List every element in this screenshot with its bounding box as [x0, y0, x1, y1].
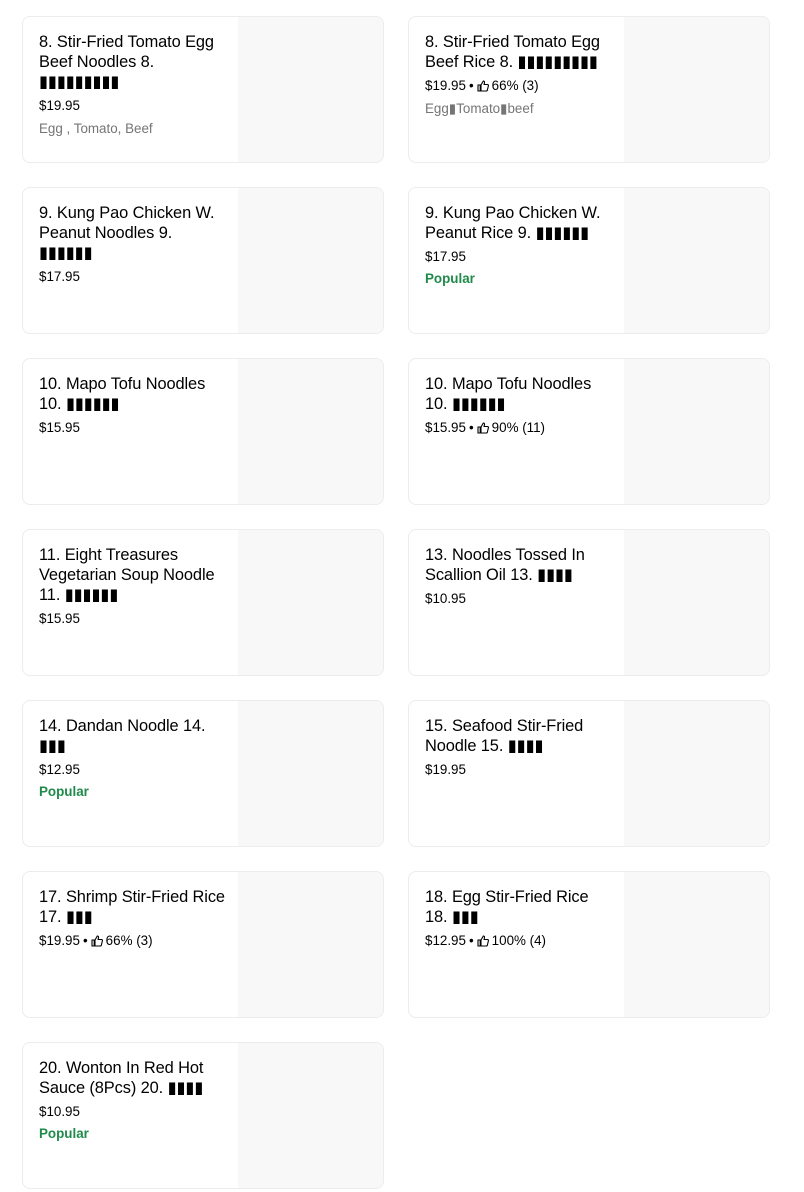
separator-dot: •	[468, 933, 474, 948]
menu-item-info: 14. Dandan Noodle 14. ▮▮▮ $12.95 Popular	[39, 716, 227, 801]
menu-item-info: 10. Mapo Tofu Noodles 10. ▮▮▮▮▮▮ $15.95	[39, 374, 227, 437]
menu-item-name: 8. Stir-Fried Tomato Egg Beef Rice 8. ▮▮…	[425, 33, 600, 71]
menu-item-price: $15.95	[425, 420, 466, 435]
menu-item-meta: $17.95	[39, 268, 227, 286]
menu-item-info: 15. Seafood Stir-Fried Noodle 15. ▮▮▮▮ $…	[425, 716, 613, 779]
menu-item-meta: $12.95	[39, 761, 227, 779]
menu-item-info: 20. Wonton In Red Hot Sauce (8Pcs) 20. ▮…	[39, 1058, 227, 1143]
menu-item-price: $10.95	[39, 1104, 80, 1119]
menu-item-price: $10.95	[425, 591, 466, 606]
menu-item-meta: $10.95	[425, 590, 613, 608]
menu-item-image-placeholder	[238, 188, 383, 333]
menu-item-name: 13. Noodles Tossed In Scallion Oil 13. ▮…	[425, 546, 585, 584]
menu-item-rating: 66% (3)	[491, 78, 539, 93]
menu-item-price: $19.95	[39, 933, 80, 948]
menu-item-description: Egg▮Tomato▮beef	[425, 101, 534, 116]
menu-item-image-placeholder	[238, 530, 383, 675]
thumbs-up-icon	[477, 422, 489, 434]
menu-item-rating: 100% (4)	[491, 933, 547, 948]
menu-item-price: $19.95	[425, 762, 466, 777]
menu-item-image-placeholder	[624, 359, 769, 504]
menu-item-image-placeholder	[624, 188, 769, 333]
menu-item-name: 10. Mapo Tofu Noodles 10. ▮▮▮▮▮▮	[425, 375, 592, 413]
menu-item-image-placeholder	[624, 17, 769, 162]
menu-item-grid: 8. Stir-Fried Tomato Egg Beef Noodles 8.…	[0, 0, 804, 1192]
menu-item-card[interactable]: 20. Wonton In Red Hot Sauce (8Pcs) 20. ▮…	[22, 1042, 384, 1189]
menu-item-price: $17.95	[425, 249, 466, 264]
menu-item-price: $15.95	[39, 420, 80, 435]
menu-item-card[interactable]: 18. Egg Stir-Fried Rice 18. ▮▮▮ $12.95 •…	[408, 871, 770, 1018]
menu-item-info: 9. Kung Pao Chicken W. Peanut Noodles 9.…	[39, 203, 227, 286]
menu-item-info: 8. Stir-Fried Tomato Egg Beef Rice 8. ▮▮…	[425, 32, 613, 118]
menu-item-meta: $10.95	[39, 1103, 227, 1121]
menu-item-meta: $17.95	[425, 248, 613, 266]
thumbs-up-icon	[477, 80, 489, 92]
menu-item-info: 13. Noodles Tossed In Scallion Oil 13. ▮…	[425, 545, 613, 608]
menu-item-card[interactable]: 11. Eight Treasures Vegetarian Soup Nood…	[22, 529, 384, 676]
menu-item-info: 18. Egg Stir-Fried Rice 18. ▮▮▮ $12.95 •…	[425, 887, 613, 950]
menu-item-card[interactable]: 8. Stir-Fried Tomato Egg Beef Rice 8. ▮▮…	[408, 16, 770, 163]
menu-item-meta: $15.95 • 90% (11)	[425, 419, 613, 437]
thumbs-up-icon	[91, 935, 103, 947]
menu-item-meta: $19.95 • 66% (3)	[425, 77, 613, 95]
menu-item-info: 11. Eight Treasures Vegetarian Soup Nood…	[39, 545, 227, 628]
menu-item-image-placeholder	[238, 359, 383, 504]
menu-item-price: $15.95	[39, 611, 80, 626]
menu-item-name: 18. Egg Stir-Fried Rice 18. ▮▮▮	[425, 888, 589, 926]
menu-item-name: 15. Seafood Stir-Fried Noodle 15. ▮▮▮▮	[425, 717, 584, 755]
menu-item-info: 17. Shrimp Stir-Fried Rice 17. ▮▮▮ $19.9…	[39, 887, 227, 950]
menu-item-image-placeholder	[238, 701, 383, 846]
menu-item-image-placeholder	[238, 17, 383, 162]
menu-item-meta: $15.95	[39, 610, 227, 628]
menu-item-info: 8. Stir-Fried Tomato Egg Beef Noodles 8.…	[39, 32, 227, 138]
menu-item-image-placeholder	[624, 530, 769, 675]
menu-item-info: 10. Mapo Tofu Noodles 10. ▮▮▮▮▮▮ $15.95 …	[425, 374, 613, 437]
menu-item-meta: $19.95	[39, 97, 227, 115]
menu-item-card[interactable]: 17. Shrimp Stir-Fried Rice 17. ▮▮▮ $19.9…	[22, 871, 384, 1018]
menu-item-meta: $12.95 • 100% (4)	[425, 932, 613, 950]
menu-item-rating: 66% (3)	[105, 933, 153, 948]
menu-item-image-placeholder	[624, 701, 769, 846]
menu-item-card[interactable]: 14. Dandan Noodle 14. ▮▮▮ $12.95 Popular	[22, 700, 384, 847]
menu-item-price: $19.95	[425, 78, 466, 93]
menu-item-card[interactable]: 15. Seafood Stir-Fried Noodle 15. ▮▮▮▮ $…	[408, 700, 770, 847]
menu-item-card[interactable]: 9. Kung Pao Chicken W. Peanut Noodles 9.…	[22, 187, 384, 334]
menu-item-price: $12.95	[425, 933, 466, 948]
menu-item-image-placeholder	[238, 872, 383, 1017]
menu-item-name: 14. Dandan Noodle 14. ▮▮▮	[39, 717, 206, 755]
popular-badge: Popular	[39, 784, 89, 799]
menu-item-name: 17. Shrimp Stir-Fried Rice 17. ▮▮▮	[39, 888, 225, 926]
menu-item-card[interactable]: 8. Stir-Fried Tomato Egg Beef Noodles 8.…	[22, 16, 384, 163]
menu-item-price: $19.95	[39, 98, 80, 113]
menu-item-card[interactable]: 10. Mapo Tofu Noodles 10. ▮▮▮▮▮▮ $15.95 …	[408, 358, 770, 505]
menu-item-name: 11. Eight Treasures Vegetarian Soup Nood…	[39, 546, 215, 604]
menu-item-name: 8. Stir-Fried Tomato Egg Beef Noodles 8.…	[39, 33, 214, 91]
separator-dot: •	[468, 78, 474, 93]
menu-item-name: 20. Wonton In Red Hot Sauce (8Pcs) 20. ▮…	[39, 1059, 204, 1097]
menu-item-image-placeholder	[624, 872, 769, 1017]
popular-badge: Popular	[39, 1126, 89, 1141]
menu-item-card[interactable]: 13. Noodles Tossed In Scallion Oil 13. ▮…	[408, 529, 770, 676]
menu-item-name: 9. Kung Pao Chicken W. Peanut Noodles 9.…	[39, 204, 215, 262]
thumbs-up-icon	[477, 935, 489, 947]
menu-item-card[interactable]: 9. Kung Pao Chicken W. Peanut Rice 9. ▮▮…	[408, 187, 770, 334]
menu-item-meta: $15.95	[39, 419, 227, 437]
menu-item-info: 9. Kung Pao Chicken W. Peanut Rice 9. ▮▮…	[425, 203, 613, 288]
separator-dot: •	[468, 420, 474, 435]
menu-item-name: 9. Kung Pao Chicken W. Peanut Rice 9. ▮▮…	[425, 204, 601, 242]
menu-item-meta: $19.95 • 66% (3)	[39, 932, 227, 950]
menu-item-description: Egg , Tomato, Beef	[39, 121, 153, 136]
separator-dot: •	[82, 933, 88, 948]
menu-item-price: $12.95	[39, 762, 80, 777]
menu-item-rating: 90% (11)	[491, 420, 546, 435]
popular-badge: Popular	[425, 271, 475, 286]
menu-item-meta: $19.95	[425, 761, 613, 779]
menu-item-name: 10. Mapo Tofu Noodles 10. ▮▮▮▮▮▮	[39, 375, 206, 413]
menu-item-card[interactable]: 10. Mapo Tofu Noodles 10. ▮▮▮▮▮▮ $15.95	[22, 358, 384, 505]
menu-item-image-placeholder	[238, 1043, 383, 1188]
menu-item-price: $17.95	[39, 269, 80, 284]
